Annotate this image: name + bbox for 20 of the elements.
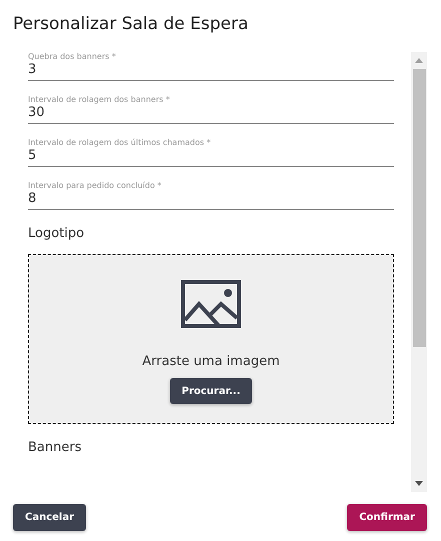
scroll-up-icon[interactable] (415, 58, 423, 63)
dropzone[interactable]: Arraste uma imagem Procurar... (28, 254, 394, 424)
browse-button[interactable]: Procurar... (170, 378, 252, 404)
section-heading: Banners (28, 440, 82, 455)
dialog-title: Personalizar Sala de Espera (13, 14, 250, 36)
scrollbar[interactable] (411, 52, 427, 492)
image-icon (181, 280, 241, 328)
input-field[interactable]: 3 (28, 62, 394, 81)
input-field[interactable]: 30 (28, 105, 394, 124)
field-label: Intervalo de rolagem dos banners * (28, 95, 171, 104)
section-heading: Logotipo (28, 226, 86, 241)
scroll-down-icon[interactable] (415, 481, 423, 486)
cancel-button[interactable]: Cancelar (13, 504, 86, 531)
field-label: Intervalo de rolagem dos últimos chamados * (28, 138, 212, 147)
dropzone-text: Arraste uma imagem (142, 354, 280, 369)
field-label: Intervalo para pedido concluído * (28, 181, 162, 190)
input-field[interactable]: 5 (28, 148, 394, 167)
field-label: Quebra dos banners * (28, 52, 117, 61)
input-field[interactable]: 8 (28, 191, 394, 210)
confirm-button[interactable]: Confirmar (347, 504, 427, 531)
